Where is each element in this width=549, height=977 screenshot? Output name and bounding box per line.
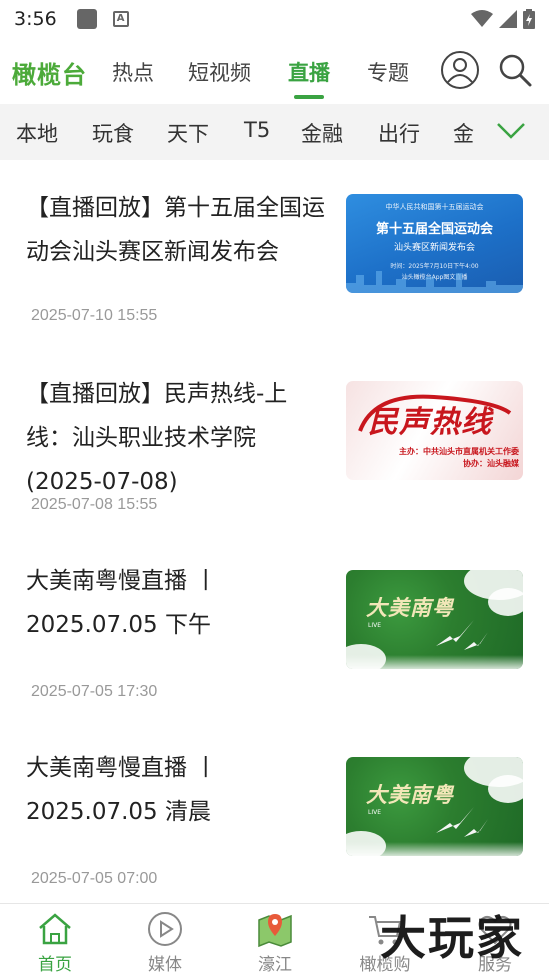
category-gold[interactable]: 金 xyxy=(453,118,474,148)
status-bar: 3:56 A xyxy=(0,0,549,38)
thumb-line-host: 主办：中共汕头市直属机关工作委 xyxy=(399,447,519,456)
nav-media[interactable]: 媒体 xyxy=(110,904,220,977)
tab-live[interactable]: 直播 xyxy=(288,51,330,93)
top-nav: 橄榄台 热点 短视频 直播 专题 xyxy=(0,42,549,102)
map-icon xyxy=(258,914,292,948)
item-date: 2025-07-08 15:55 xyxy=(31,496,158,513)
thumb-organizers: 主办：中共汕头市直属机关工作委 协办：汕头融媒 xyxy=(399,446,519,470)
item-thumbnail[interactable]: 民声热线 主办：中共汕头市直属机关工作委 协办：汕头融媒 xyxy=(346,381,523,480)
category-finance[interactable]: 金融 xyxy=(301,118,343,148)
watermark: 大玩家 xyxy=(380,911,524,965)
bird-graphic xyxy=(436,620,488,650)
play-circle-icon xyxy=(148,912,182,946)
thumb-subtitle: 汕头赛区新闻发布会 xyxy=(393,243,475,253)
category-local[interactable]: 本地 xyxy=(16,118,58,148)
nav-home[interactable]: 首页 xyxy=(0,904,110,977)
item-thumbnail[interactable]: 大美南粤 LIVE xyxy=(346,757,523,856)
nav-home-label: 首页 xyxy=(38,955,72,975)
status-time: 3:56 xyxy=(14,8,57,30)
app-icon xyxy=(76,9,97,29)
item-date: 2025-07-05 07:00 xyxy=(31,870,158,887)
user-icon[interactable] xyxy=(440,50,480,90)
item-title[interactable]: 大美南粤慢直播 丨 2025.07.05 下午 xyxy=(26,559,330,647)
item-title[interactable]: 大美南粤慢直播 丨 2025.07.05 清晨 xyxy=(26,746,330,834)
text-a-icon: A xyxy=(112,11,129,27)
wifi-icon xyxy=(471,10,493,27)
item-thumbnail[interactable]: 大美南粤 LIVE xyxy=(346,570,523,669)
item-title[interactable]: 【直播回放】民声热线-上线：汕头职业技术学院(2025-07-08) xyxy=(26,372,330,504)
search-icon[interactable] xyxy=(497,52,533,88)
item-date: 2025-07-05 17:30 xyxy=(31,683,158,700)
category-food[interactable]: 玩食 xyxy=(92,118,134,148)
status-icons xyxy=(471,9,535,29)
chevron-down-icon[interactable] xyxy=(494,118,528,144)
cloud-graphic xyxy=(488,775,523,803)
brand-logo[interactable]: 橄榄台 xyxy=(12,55,87,90)
cloud-graphic xyxy=(488,588,523,616)
skyline-graphic xyxy=(346,271,523,293)
thumb-live-label: LIVE xyxy=(368,622,382,629)
nav-media-label: 媒体 xyxy=(148,955,182,975)
nav-haojiang[interactable]: 濠江 xyxy=(220,904,330,977)
item-date: 2025-07-10 15:55 xyxy=(31,307,158,324)
thumb-footer xyxy=(346,655,523,669)
bird-graphic xyxy=(436,807,488,837)
thumb-line-coorg: 协办：汕头融媒 xyxy=(463,459,519,468)
home-icon xyxy=(39,913,71,945)
thumb-title: 民声热线 xyxy=(368,405,492,440)
tab-hot[interactable]: 热点 xyxy=(112,51,154,93)
tab-short-video[interactable]: 短视频 xyxy=(188,51,251,93)
nav-haojiang-label: 濠江 xyxy=(258,955,292,975)
item-title[interactable]: 【直播回放】第十五届全国运动会汕头赛区新闻发布会 xyxy=(26,186,330,274)
thumb-footer xyxy=(346,842,523,856)
category-world[interactable]: 天下 xyxy=(167,118,209,148)
category-bar: 本地 玩食 天下 T5 金融 出行 金 xyxy=(0,104,549,160)
thumb-live-label: LIVE xyxy=(368,809,382,816)
thumb-small-text: 中华人民共和国第十五届运动会 xyxy=(385,203,484,211)
thumb-title: 第十五届全国运动会 xyxy=(375,222,493,237)
category-travel[interactable]: 出行 xyxy=(378,118,420,148)
battery-icon xyxy=(523,9,535,29)
signal-icon xyxy=(499,10,517,28)
item-thumbnail[interactable]: 中华人民共和国第十五届运动会 第十五届全国运动会 汕头赛区新闻发布会 时间：20… xyxy=(346,194,523,293)
category-t5[interactable]: T5 xyxy=(244,118,270,142)
tab-topics[interactable]: 专题 xyxy=(367,51,409,93)
